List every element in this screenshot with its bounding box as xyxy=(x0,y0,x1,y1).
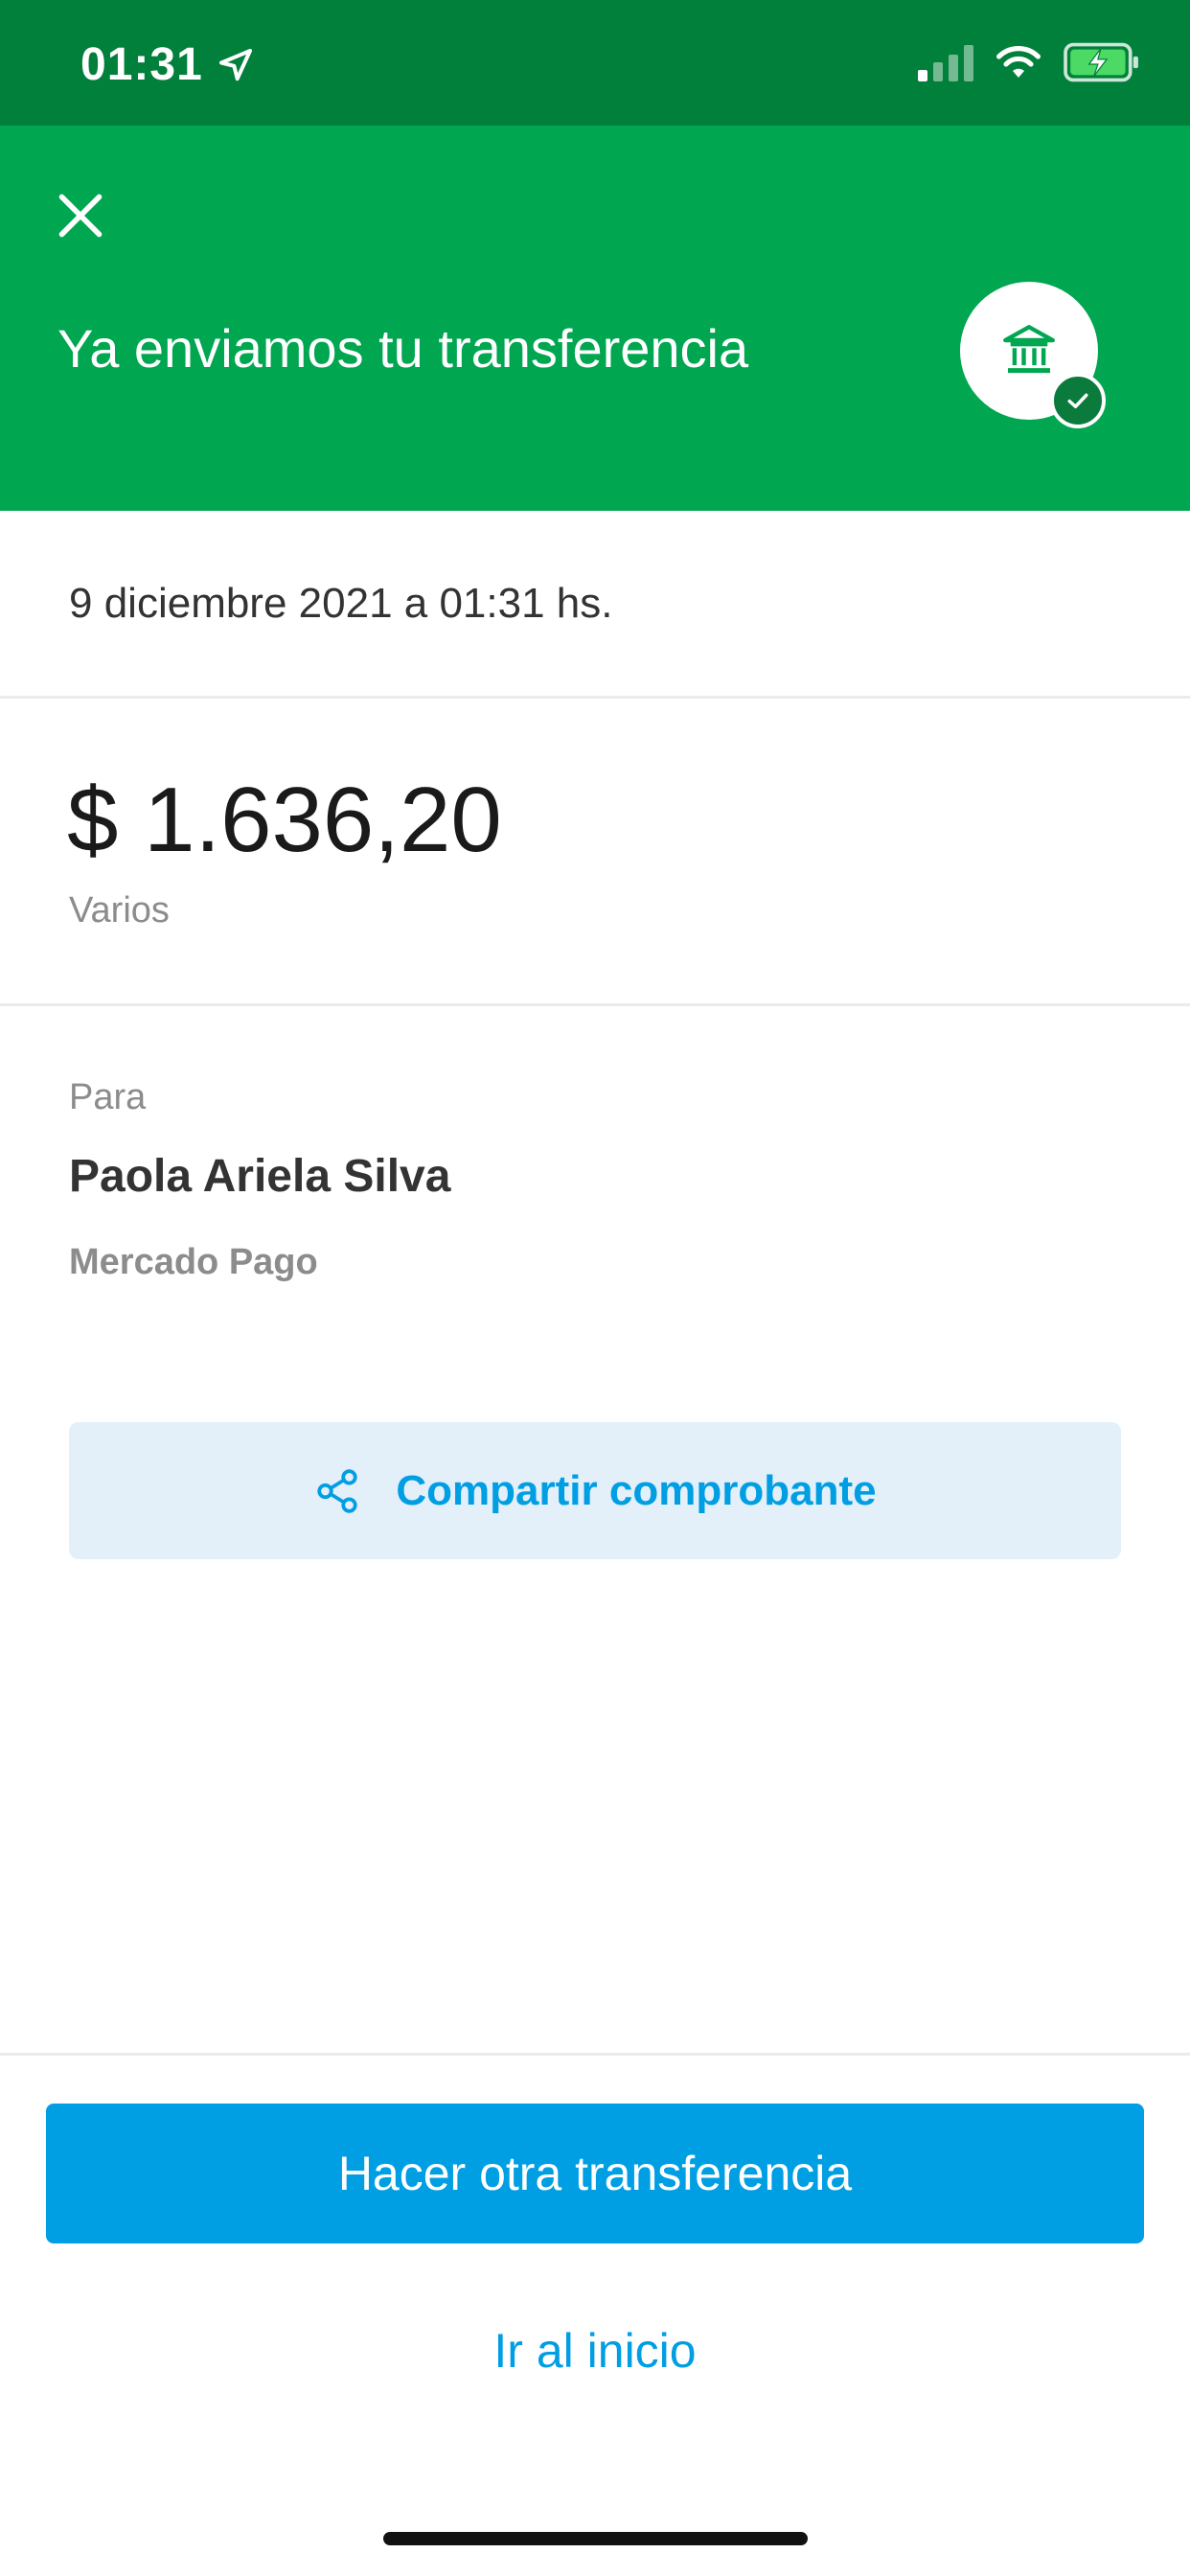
transfer-datetime: 9 diciembre 2021 a 01:31 hs. xyxy=(69,580,613,627)
status-bar: 01:31 xyxy=(0,0,1190,126)
close-button[interactable] xyxy=(48,183,113,248)
share-icon xyxy=(317,1468,358,1513)
amount-section: $ 1.636,20 Varios xyxy=(0,699,1190,1006)
transfer-amount: $ 1.636,20 xyxy=(67,769,502,871)
recipient-name: Paola Ariela Silva xyxy=(69,1151,451,1202)
location-arrow-icon xyxy=(218,48,252,80)
transfer-concept: Varios xyxy=(69,890,170,931)
status-indicators xyxy=(916,42,1142,82)
status-time-group: 01:31 xyxy=(80,38,255,91)
wifi-icon xyxy=(996,46,1041,78)
close-icon xyxy=(58,194,103,238)
go-home-link[interactable]: Ir al inicio xyxy=(0,2323,1190,2379)
bank-icon xyxy=(1003,325,1055,374)
check-icon xyxy=(1067,393,1088,408)
recipient-label: Para xyxy=(69,1077,147,1117)
battery-charging-icon xyxy=(1064,42,1138,82)
cellular-signal-icon xyxy=(918,45,973,81)
success-header: Ya enviamos tu transferencia xyxy=(0,126,1190,511)
new-transfer-button[interactable]: Hacer otra transferencia xyxy=(46,2104,1144,2243)
success-check-badge xyxy=(1050,373,1106,428)
page-title: Ya enviamos tu transferencia xyxy=(57,318,749,379)
footer-divider xyxy=(0,2053,1190,2056)
share-receipt-label: Compartir comprobante xyxy=(396,1466,877,1514)
status-time: 01:31 xyxy=(80,39,203,90)
date-section: 9 diciembre 2021 a 01:31 hs. xyxy=(0,511,1190,699)
recipient-bank: Mercado Pago xyxy=(69,1242,318,1282)
share-receipt-button[interactable]: Compartir comprobante xyxy=(69,1422,1121,1559)
home-indicator xyxy=(383,2532,808,2545)
